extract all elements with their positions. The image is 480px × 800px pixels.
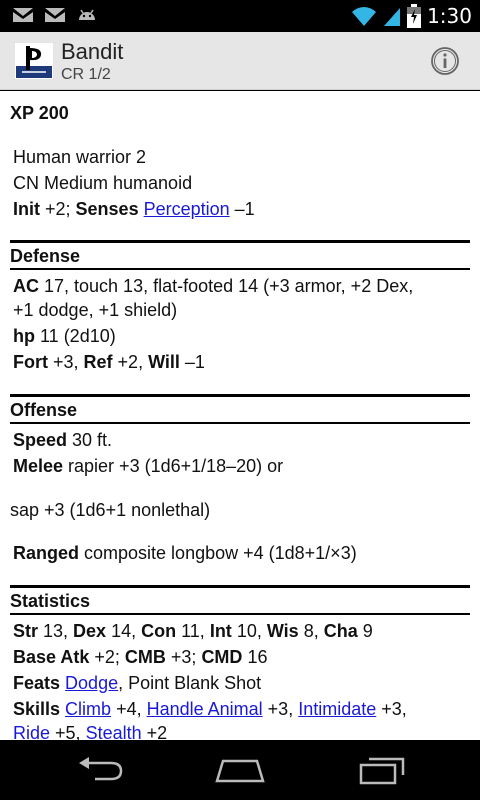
gmail-icon xyxy=(45,8,65,22)
ranged-line: Ranged composite longbow +4 (1d8+1/×3) xyxy=(13,543,357,564)
con-value: 11, xyxy=(176,621,210,641)
hp-label: hp xyxy=(13,326,35,346)
ref-value: +2, xyxy=(112,352,149,372)
init-label: Init xyxy=(13,199,40,219)
melee-alt-line: sap +3 (1d6+1 nonlethal) xyxy=(10,500,211,520)
senses-value: –1 xyxy=(229,199,255,219)
cmb-value: +3; xyxy=(165,647,202,667)
int-value: 10, xyxy=(231,621,267,641)
feats-line: Feats Dodge, Point Blank Shot xyxy=(13,673,261,694)
section-divider xyxy=(10,240,470,243)
ability-scores-line: Str 13, Dex 14, Con 11, Int 10, Wis 8, C… xyxy=(13,621,373,642)
page-subtitle: CR 1/2 xyxy=(61,66,111,83)
xp-value: XP 200 xyxy=(10,103,69,123)
hp-value: 11 (2d10) xyxy=(35,326,116,346)
section-divider xyxy=(10,268,470,270)
melee-value: rapier +3 (1d6+1/18–20) or xyxy=(63,456,284,476)
stealth-value: +2 xyxy=(141,723,168,740)
cmb-label: CMB xyxy=(124,647,166,667)
melee-label: Melee xyxy=(13,456,64,476)
status-bar: 1:30 xyxy=(0,0,480,32)
section-divider xyxy=(10,422,470,424)
ref-label: Ref xyxy=(83,352,113,372)
hp-line: hp 11 (2d10) xyxy=(13,326,116,347)
wifi-icon xyxy=(352,7,377,26)
speed-value: 30 ft. xyxy=(67,430,113,450)
back-icon[interactable] xyxy=(75,755,125,785)
int-label: Int xyxy=(209,621,232,641)
section-divider xyxy=(10,585,470,588)
skills-label: Skills xyxy=(13,699,61,719)
will-label: Will xyxy=(148,352,180,372)
str-value: 13, xyxy=(38,621,74,641)
skills-line: Skills Climb +4, Handle Animal +3, Intim… xyxy=(13,699,407,720)
info-icon[interactable] xyxy=(430,46,460,76)
intimidate-link[interactable]: Intimidate xyxy=(298,699,376,719)
section-divider xyxy=(10,394,470,397)
gmail-icon xyxy=(13,8,33,22)
combat-line: Base Atk +2; CMB +3; CMD 16 xyxy=(13,647,267,668)
defense-heading: Defense xyxy=(10,246,81,266)
ride-link[interactable]: Ride xyxy=(13,723,50,740)
dex-value: 14, xyxy=(106,621,142,641)
feats-label: Feats xyxy=(13,673,61,693)
system-icons: 1:30 xyxy=(351,0,472,32)
perception-link[interactable]: Perception xyxy=(144,199,230,219)
bab-value: +2; xyxy=(89,647,125,667)
ac-value: 17, touch 13, flat-footed 14 (+3 armor, … xyxy=(39,276,414,296)
senses-label: Senses xyxy=(75,199,139,219)
handle-animal-value: +3, xyxy=(262,699,299,719)
dodge-link[interactable]: Dodge xyxy=(65,673,118,693)
climb-link[interactable]: Climb xyxy=(65,699,111,719)
dex-label: Dex xyxy=(73,621,107,641)
section-divider xyxy=(10,613,470,615)
android-icon xyxy=(79,9,95,20)
creature-type: CN Medium humanoid xyxy=(13,173,193,193)
stat-block[interactable]: XP 200 Human warrior 2 CN Medium humanoi… xyxy=(0,91,480,740)
notification-icons xyxy=(12,6,98,24)
feats-rest: , Point Blank Shot xyxy=(118,673,262,693)
str-label: Str xyxy=(13,621,39,641)
ride-value: +5, xyxy=(50,723,86,740)
intimidate-value: +3, xyxy=(376,699,407,719)
wis-value: 8, xyxy=(298,621,324,641)
ac-line: AC 17, touch 13, flat-footed 14 (+3 armo… xyxy=(13,276,413,297)
init-value: +2; xyxy=(40,199,76,219)
speed-line: Speed 30 ft. xyxy=(13,430,112,451)
statistics-heading: Statistics xyxy=(10,591,91,611)
climb-value: +4, xyxy=(111,699,147,719)
cmd-label: CMD xyxy=(201,647,243,667)
speed-label: Speed xyxy=(13,430,68,450)
handle-animal-link[interactable]: Handle Animal xyxy=(147,699,263,719)
bab-label: Base Atk xyxy=(13,647,90,667)
saves-line: Fort +3, Ref +2, Will –1 xyxy=(13,352,205,373)
race-class: Human warrior 2 xyxy=(13,147,147,167)
melee-line: Melee rapier +3 (1d6+1/18–20) or xyxy=(13,456,283,477)
app-logo-icon[interactable] xyxy=(14,42,54,80)
action-bar: Bandit CR 1/2 xyxy=(0,32,480,90)
offense-heading: Offense xyxy=(10,400,78,420)
clock: 1:30 xyxy=(427,4,472,28)
fort-label: Fort xyxy=(13,352,48,372)
skills-line-cont: Ride +5, Stealth +2 xyxy=(13,723,167,740)
wis-label: Wis xyxy=(266,621,299,641)
cmd-value: 16 xyxy=(242,647,268,667)
recent-apps-icon[interactable] xyxy=(357,755,407,785)
signal-icon xyxy=(384,8,401,26)
ranged-value: composite longbow +4 (1d8+1/×3) xyxy=(79,543,357,563)
battery-icon xyxy=(407,4,422,28)
ac-label: AC xyxy=(13,276,39,296)
stealth-link[interactable]: Stealth xyxy=(86,723,142,740)
home-icon[interactable] xyxy=(215,755,265,785)
will-value: –1 xyxy=(179,352,205,372)
cha-label: Cha xyxy=(323,621,358,641)
navigation-bar xyxy=(0,740,480,800)
ranged-label: Ranged xyxy=(13,543,80,563)
con-label: Con xyxy=(141,621,177,641)
page-title: Bandit xyxy=(61,39,124,64)
cha-value: 9 xyxy=(357,621,373,641)
fort-value: +3, xyxy=(48,352,84,372)
init-senses-line: Init +2; Senses Perception –1 xyxy=(13,199,255,220)
ac-line-cont: +1 dodge, +1 shield) xyxy=(13,300,178,320)
